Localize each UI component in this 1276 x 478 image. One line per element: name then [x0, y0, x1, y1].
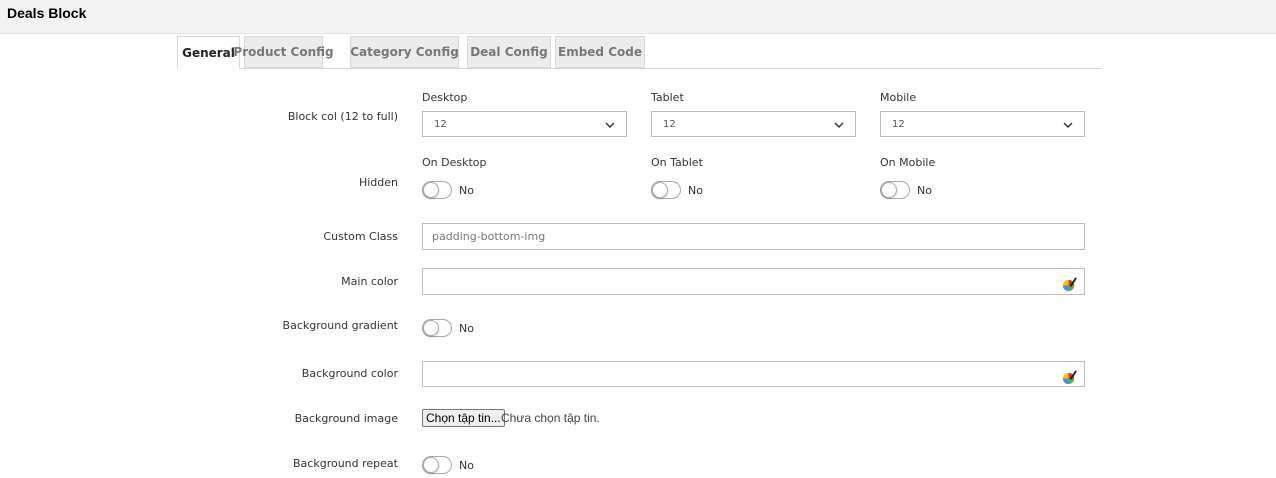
bg-repeat-toggle[interactable]: [422, 456, 452, 474]
mobile-col-select[interactable]: 12: [880, 111, 1085, 137]
toggle-knob: [881, 182, 897, 198]
tablet-label: Tablet: [651, 91, 684, 104]
tab-bar: General Product Config Category Config D…: [177, 36, 1101, 69]
bg-gradient-label: Background gradient: [282, 319, 398, 332]
color-picker-icon[interactable]: [1062, 277, 1077, 292]
on-tablet-label: On Tablet: [651, 156, 703, 169]
desktop-label: Desktop: [422, 91, 468, 104]
hidden-desktop-toggle-group: No: [422, 181, 474, 199]
hidden-tablet-toggle[interactable]: [651, 181, 681, 199]
custom-class-input[interactable]: padding-bottom-img: [422, 223, 1085, 250]
custom-class-value: padding-bottom-img: [432, 230, 546, 243]
bg-repeat-label: Background repeat: [293, 457, 398, 470]
tab-deal-config[interactable]: Deal Config: [467, 36, 551, 68]
hidden-mobile-toggle[interactable]: [880, 181, 910, 199]
hidden-desktop-state: No: [459, 183, 474, 197]
page-header: Deals Block: [0, 0, 1276, 34]
bg-image-label: Background image: [294, 412, 398, 425]
page-title: Deals Block: [7, 5, 87, 21]
main-color-input[interactable]: [422, 268, 1085, 295]
tab-category-config[interactable]: Category Config: [350, 36, 459, 68]
hidden-tablet-state: No: [688, 183, 703, 197]
on-desktop-label: On Desktop: [422, 156, 487, 169]
block-col-label: Block col (12 to full): [287, 110, 398, 123]
hidden-label: Hidden: [358, 176, 398, 189]
hidden-mobile-state: No: [917, 183, 932, 197]
tablet-col-value: 12: [663, 118, 676, 130]
bg-repeat-state: No: [459, 458, 474, 472]
on-mobile-label: On Mobile: [880, 156, 936, 169]
bg-color-input[interactable]: [422, 361, 1085, 387]
desktop-col-value: 12: [434, 118, 447, 130]
choose-file-button[interactable]: Chọn tập tin...: [422, 409, 505, 427]
tab-product-config[interactable]: Product Config: [233, 36, 334, 68]
hidden-mobile-toggle-group: No: [880, 181, 932, 199]
mobile-col-value: 12: [892, 118, 905, 130]
main-color-label: Main color: [341, 275, 398, 288]
bg-gradient-state: No: [459, 321, 474, 335]
toggle-knob: [423, 457, 439, 473]
color-picker-icon[interactable]: [1062, 370, 1077, 385]
tab-general[interactable]: General: [177, 36, 240, 69]
toggle-knob: [423, 182, 439, 198]
bg-gradient-toggle-group: No: [422, 319, 474, 337]
chevron-down-icon: [605, 122, 615, 128]
tablet-col-select[interactable]: 12: [651, 111, 856, 137]
bg-repeat-toggle-group: No: [422, 456, 474, 474]
toggle-knob: [652, 182, 668, 198]
chevron-down-icon: [834, 122, 844, 128]
hidden-desktop-toggle[interactable]: [422, 181, 452, 199]
desktop-col-select[interactable]: 12: [422, 111, 627, 137]
chevron-down-icon: [1063, 122, 1073, 128]
hidden-tablet-toggle-group: No: [651, 181, 703, 199]
custom-class-label: Custom Class: [323, 230, 398, 243]
toggle-knob: [423, 320, 439, 336]
bg-color-label: Background color: [301, 367, 398, 380]
mobile-label: Mobile: [880, 91, 917, 104]
tab-embed-code[interactable]: Embed Code: [555, 36, 645, 68]
file-status-text: Chưa chọn tập tin.: [501, 411, 600, 425]
bg-gradient-toggle[interactable]: [422, 319, 452, 337]
